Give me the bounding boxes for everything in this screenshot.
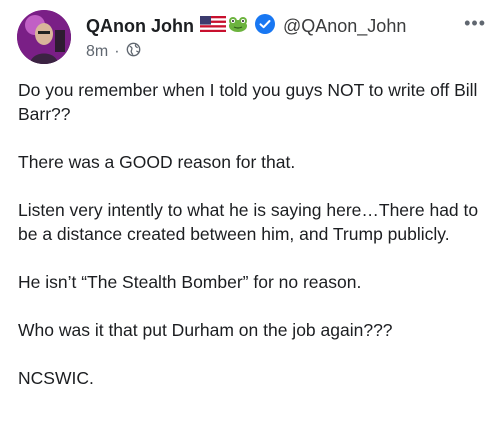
post-body: Do you remember when I told you guys NOT… bbox=[18, 78, 488, 414]
avatar[interactable] bbox=[17, 10, 71, 64]
post-header: QAnon John @QAnon_John bbox=[86, 13, 406, 39]
more-options-icon[interactable]: ••• bbox=[464, 14, 486, 32]
post-paragraph: NCSWIC. bbox=[18, 368, 94, 388]
post-paragraph: He isn’t “The Stealth Bomber” for no rea… bbox=[18, 272, 362, 292]
post-paragraph: Listen very intently to what he is sayin… bbox=[18, 200, 479, 244]
post-paragraph: Who was it that put Durham on the job ag… bbox=[18, 320, 393, 340]
post-meta: 8m · bbox=[86, 42, 141, 62]
post-card: QAnon John @QAnon_John 8m · ••• Do you r… bbox=[0, 0, 500, 429]
author-name[interactable]: QAnon John bbox=[86, 16, 194, 37]
globe-icon[interactable] bbox=[126, 42, 141, 62]
meta-separator: · bbox=[114, 43, 120, 60]
verified-badge-icon bbox=[254, 13, 275, 39]
author-handle[interactable]: @QAnon_John bbox=[283, 16, 406, 37]
avatar-image bbox=[17, 10, 71, 64]
post-timestamp[interactable]: 8m bbox=[86, 43, 108, 61]
post-paragraph: Do you remember when I told you guys NOT… bbox=[18, 80, 478, 124]
frog-icon bbox=[228, 16, 248, 37]
us-flag-icon bbox=[199, 15, 226, 37]
post-paragraph: There was a GOOD reason for that. bbox=[18, 152, 296, 172]
